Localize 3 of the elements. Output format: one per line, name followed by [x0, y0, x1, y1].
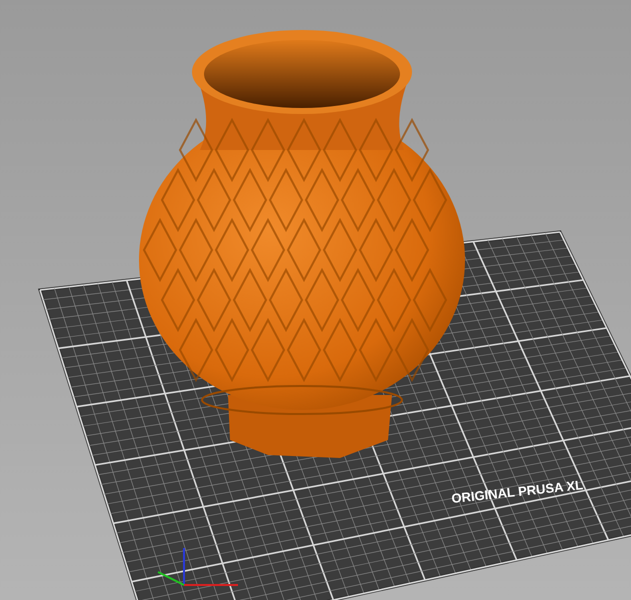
3d-viewport[interactable]: ORIGINAL PRUSA XL: [0, 0, 631, 600]
bed-label: ORIGINAL PRUSA XL: [450, 477, 584, 506]
axes-icon: [158, 548, 238, 586]
